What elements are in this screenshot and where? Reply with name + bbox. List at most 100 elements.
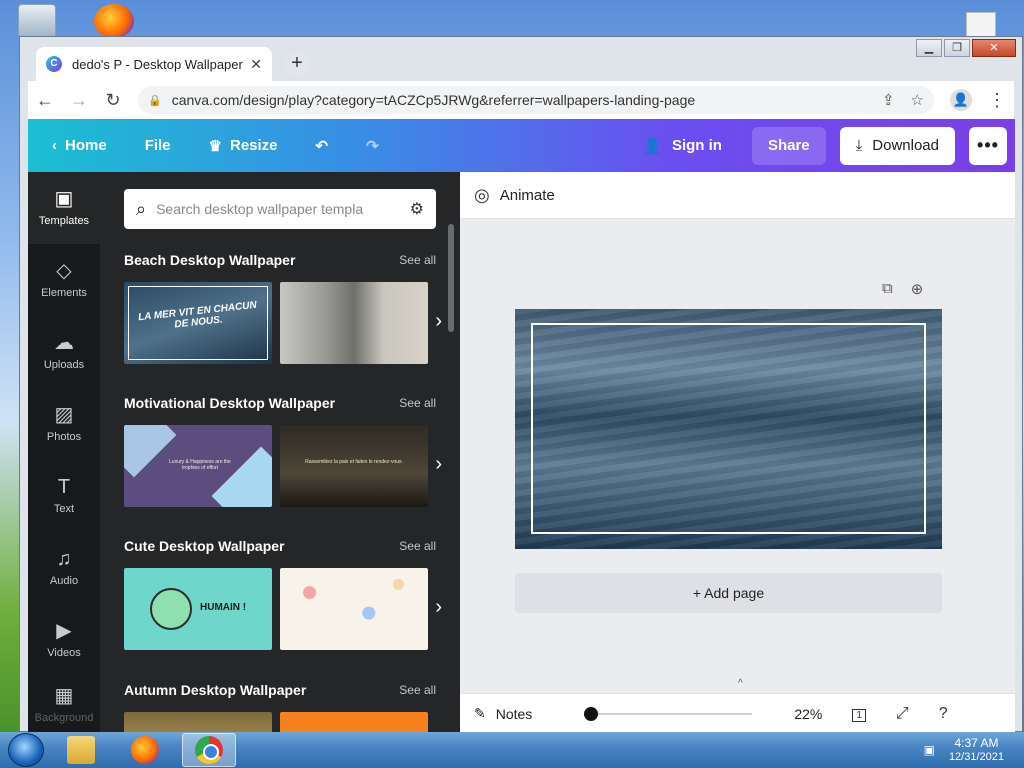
rail-item-elements[interactable]: ◇ Elements bbox=[28, 244, 100, 316]
template-thumbnail[interactable]: HUMAIN ! bbox=[124, 568, 272, 650]
template-search-input[interactable]: ⌕ Search desktop wallpaper templa ⚙ bbox=[124, 189, 436, 229]
panel-scrollbar[interactable] bbox=[448, 224, 454, 332]
editor-footer: ✎ Notes 22% 1 ⤢ ? bbox=[460, 693, 1015, 733]
chevron-right-icon[interactable]: › bbox=[435, 310, 442, 333]
tab-close-icon[interactable]: ✕ bbox=[250, 56, 262, 73]
audio-note-icon: ♫ bbox=[56, 548, 72, 570]
chevron-right-icon[interactable]: › bbox=[435, 596, 442, 619]
undo-icon: ↶ bbox=[315, 137, 329, 155]
template-thumbnail[interactable] bbox=[280, 568, 428, 650]
thumbnail-text: Luxury & Happiness are the trophies of e… bbox=[169, 459, 231, 471]
page-count: 1 bbox=[852, 708, 866, 722]
design-page-ocean[interactable] bbox=[515, 309, 942, 549]
zoom-value[interactable]: 22% bbox=[794, 706, 822, 722]
template-thumbnail[interactable] bbox=[124, 712, 272, 733]
rail-item-photos[interactable]: ▨ Photos bbox=[28, 388, 100, 460]
smiley-face-icon bbox=[150, 588, 192, 630]
desktop-file-icon[interactable] bbox=[966, 12, 996, 38]
elements-icon: ◇ bbox=[56, 260, 72, 282]
page-frame bbox=[531, 323, 926, 534]
thumbnail-text: Rassemblez la paix et faites le rendez-v… bbox=[305, 459, 403, 465]
clock-time: 4:37 AM bbox=[954, 736, 999, 750]
canva-app: ‹ Home File ♛ Resize ↶ ↷ 👤 Sign in Share… bbox=[28, 119, 1015, 733]
url-field[interactable]: 🔒 canva.com/design/play?category=tACZCp5… bbox=[138, 86, 934, 114]
download-button[interactable]: ⤓ Download bbox=[839, 126, 955, 165]
template-thumbnail[interactable] bbox=[280, 282, 428, 364]
rail-item-background[interactable]: ▦ Background bbox=[28, 676, 100, 733]
bookmark-star-icon[interactable]: ☆ bbox=[911, 91, 924, 109]
clock[interactable]: 4:37 AM 12/31/2021 bbox=[949, 736, 1004, 764]
new-tab-button[interactable]: + bbox=[284, 51, 310, 77]
section-title: Motivational Desktop Wallpaper bbox=[124, 395, 336, 411]
firefox-icon bbox=[131, 736, 159, 764]
reload-icon[interactable]: ↻ bbox=[104, 90, 122, 111]
resize-label: Resize bbox=[229, 137, 278, 154]
chevron-up-icon[interactable]: ^ bbox=[738, 678, 743, 689]
filter-sliders-icon[interactable]: ⚙ bbox=[410, 199, 424, 219]
profile-avatar-icon[interactable]: 👤 bbox=[950, 89, 972, 111]
sign-in-button[interactable]: 👤 Sign in bbox=[627, 127, 738, 165]
back-icon[interactable]: ← bbox=[36, 90, 54, 111]
network-icon[interactable]: ▣ bbox=[924, 743, 935, 757]
rail-item-text[interactable]: T Text bbox=[28, 460, 100, 532]
see-all-link[interactable]: See all bbox=[399, 539, 436, 553]
download-icon: ⤓ bbox=[855, 137, 863, 154]
user-icon: 👤 bbox=[643, 137, 662, 155]
rail-label: Background bbox=[34, 712, 94, 724]
chevron-right-icon[interactable]: › bbox=[435, 453, 442, 476]
more-options-button[interactable]: ••• bbox=[969, 126, 1007, 165]
zoom-slider[interactable] bbox=[584, 706, 753, 721]
folder-icon bbox=[67, 736, 95, 764]
template-thumbnail[interactable]: Rassemblez la paix et faites le rendez-v… bbox=[280, 425, 428, 507]
download-label: Download bbox=[872, 137, 939, 154]
browser-menu-icon[interactable]: ⋮ bbox=[988, 90, 1006, 111]
video-icon: ▶ bbox=[56, 620, 72, 642]
recycle-bin-icon[interactable] bbox=[18, 4, 56, 38]
undo-button[interactable]: ↶ bbox=[316, 137, 329, 155]
sign-in-label: Sign in bbox=[671, 137, 722, 154]
template-thumbnail[interactable] bbox=[280, 712, 428, 733]
rail-label: Uploads bbox=[43, 359, 85, 371]
duplicate-page-icon[interactable]: ⧉ bbox=[882, 280, 893, 298]
share-button[interactable]: Share bbox=[751, 126, 826, 165]
browser-tab[interactable]: C dedo's P - Desktop Wallpaper ✕ bbox=[36, 47, 272, 81]
resize-button[interactable]: ♛ Resize bbox=[209, 137, 278, 155]
taskbar-chrome[interactable] bbox=[182, 733, 236, 767]
firefox-desktop-icon[interactable] bbox=[94, 4, 134, 38]
taskbar-explorer[interactable] bbox=[54, 733, 108, 767]
share-page-icon[interactable]: ⇪ bbox=[882, 91, 895, 109]
home-button[interactable]: ‹ Home bbox=[52, 137, 107, 154]
rail-label: Photos bbox=[46, 431, 82, 443]
page-count-icon[interactable]: 1 bbox=[852, 705, 866, 723]
search-placeholder: Search desktop wallpaper templa bbox=[156, 201, 364, 217]
chrome-icon bbox=[195, 736, 223, 764]
templates-icon: ▣ bbox=[54, 188, 74, 210]
page-tools: ⧉ ⊕ bbox=[882, 280, 923, 298]
text-icon: T bbox=[57, 476, 71, 498]
redo-button[interactable]: ↷ bbox=[366, 137, 379, 155]
address-bar: ← → ↻ 🔒 canva.com/design/play?category=t… bbox=[28, 81, 1014, 119]
rail-item-uploads[interactable]: ☁ Uploads bbox=[28, 316, 100, 388]
start-button[interactable] bbox=[8, 733, 44, 767]
template-thumbnail[interactable]: LA MER VIT EN CHACUN DE NOUS. bbox=[124, 282, 272, 364]
template-thumbnail[interactable]: Luxury & Happiness are the trophies of e… bbox=[124, 425, 272, 507]
rail-item-templates[interactable]: ▣ Templates bbox=[28, 172, 100, 244]
templates-panel: ⌕ Search desktop wallpaper templa ⚙ Beac… bbox=[100, 172, 460, 733]
animate-button[interactable]: Animate bbox=[500, 187, 555, 204]
add-page-button[interactable]: + Add page bbox=[515, 573, 942, 613]
section-cute: Cute Desktop Wallpaper See all HUMAIN ! … bbox=[124, 536, 442, 650]
notes-button[interactable]: ✎ Notes bbox=[474, 705, 532, 722]
help-icon[interactable]: ? bbox=[939, 705, 948, 723]
rail-item-audio[interactable]: ♫ Audio bbox=[28, 532, 100, 604]
forward-icon[interactable]: → bbox=[70, 90, 88, 111]
see-all-link[interactable]: See all bbox=[399, 396, 436, 410]
zoom-slider-knob[interactable] bbox=[584, 706, 599, 721]
lock-icon[interactable]: 🔒 bbox=[148, 94, 162, 107]
file-menu-button[interactable]: File bbox=[145, 137, 171, 154]
taskbar-firefox[interactable] bbox=[118, 733, 172, 767]
add-page-icon[interactable]: ⊕ bbox=[911, 280, 924, 298]
see-all-link[interactable]: See all bbox=[399, 683, 436, 697]
see-all-link[interactable]: See all bbox=[399, 253, 436, 267]
fullscreen-icon[interactable]: ⤢ bbox=[896, 705, 909, 723]
rail-item-videos[interactable]: ▶ Videos bbox=[28, 604, 100, 676]
